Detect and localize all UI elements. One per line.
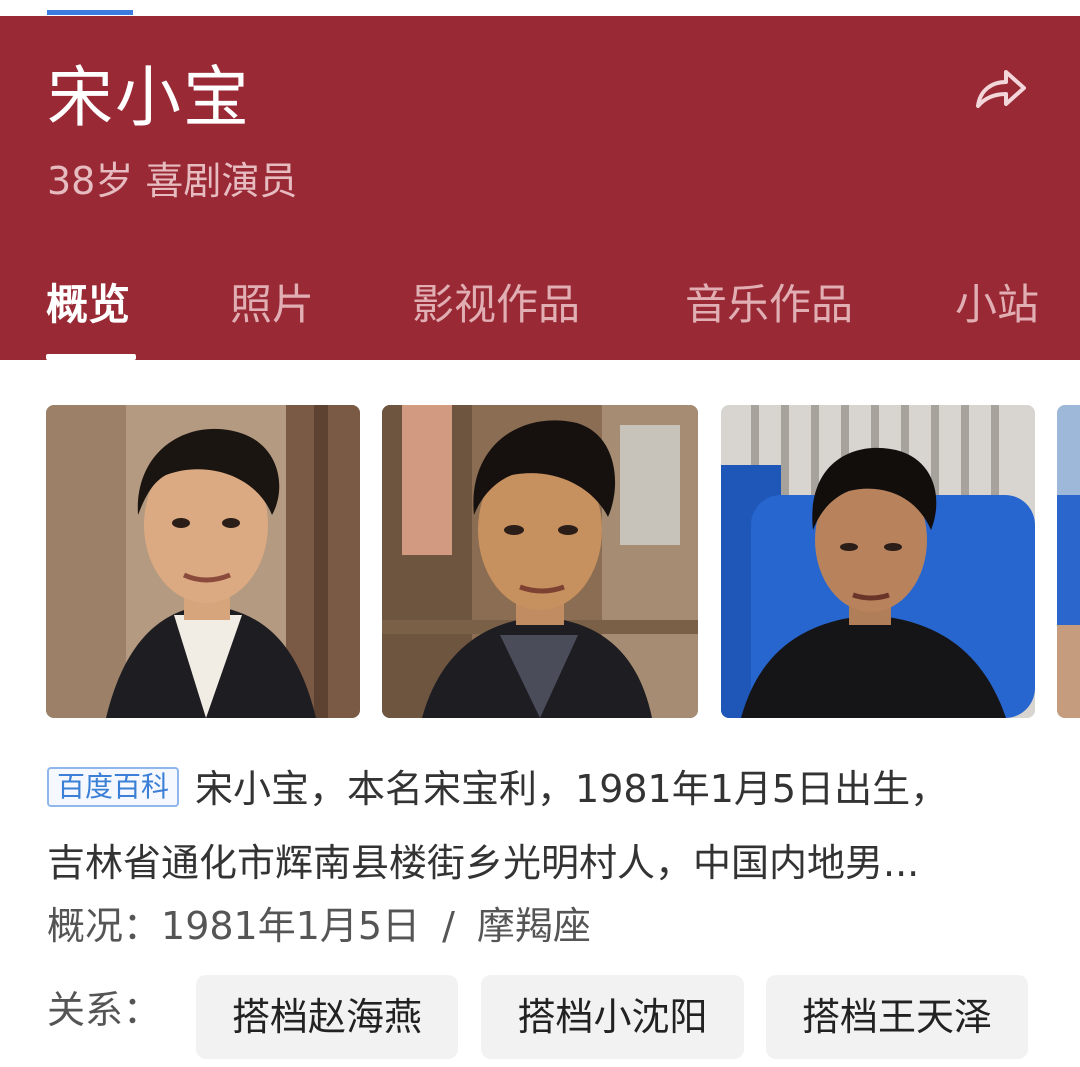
overview-row: 概况：1981年1月5日 / 摩羯座 bbox=[47, 898, 591, 954]
summary-text-1: 宋小宝，本名宋宝利，1981年1月5日出生， bbox=[195, 767, 949, 811]
photo-1[interactable] bbox=[46, 405, 360, 718]
relations-label: 关系： bbox=[47, 988, 162, 1032]
tab-bar: 概览 照片 影视作品 音乐作品 小站 bbox=[0, 274, 1080, 360]
person-name: 宋小宝 bbox=[47, 59, 251, 136]
encyclopedia-summary[interactable]: 百度百科 宋小宝，本名宋宝利，1981年1月5日出生， 吉林省通化市辉南县楼街乡光… bbox=[47, 752, 1047, 900]
zodiac-sign: 摩羯座 bbox=[476, 904, 591, 948]
tab-filmography[interactable]: 影视作品 bbox=[412, 274, 580, 336]
relation-chip-wang-tianze[interactable]: 搭档王天泽 bbox=[766, 975, 1028, 1059]
person-card-page: 宋小宝 38岁 喜剧演员 概览 照片 影视作品 音乐作品 小站 百度百科 宋小宝… bbox=[0, 0, 1080, 1067]
relation-chip-xiao-shenyang[interactable]: 搭档小沈阳 bbox=[481, 975, 744, 1059]
person-subtitle: 38岁 喜剧演员 bbox=[47, 159, 298, 203]
baike-badge: 百度百科 bbox=[47, 767, 180, 807]
birth-date: 1981年1月5日 bbox=[161, 904, 421, 948]
photo-4[interactable] bbox=[1057, 405, 1080, 718]
tab-music[interactable]: 音乐作品 bbox=[685, 274, 853, 336]
overview-separator: / bbox=[442, 904, 455, 948]
person-header: 宋小宝 38岁 喜剧演员 概览 照片 影视作品 音乐作品 小站 bbox=[0, 16, 1080, 360]
top-strip bbox=[0, 0, 1080, 16]
share-arrow-icon[interactable] bbox=[970, 60, 1030, 120]
tab-photos[interactable]: 照片 bbox=[230, 274, 314, 336]
summary-text-2: 吉林省通化市辉南县楼街乡光明村人，中国内地男... bbox=[47, 841, 920, 885]
tab-overview[interactable]: 概览 bbox=[46, 274, 130, 336]
relation-chip-zhao-haiyan[interactable]: 搭档赵海燕 bbox=[196, 975, 458, 1059]
photo-strip bbox=[0, 405, 1080, 718]
tab-fan-site[interactable]: 小站 bbox=[955, 274, 1039, 336]
photo-2[interactable] bbox=[382, 405, 698, 718]
overview-label: 概况： bbox=[47, 904, 162, 948]
summary-line-1: 百度百科 宋小宝，本名宋宝利，1981年1月5日出生， bbox=[47, 752, 1047, 826]
active-tab-underline bbox=[46, 354, 136, 360]
top-indicator bbox=[47, 10, 133, 15]
photo-3[interactable] bbox=[721, 405, 1035, 718]
